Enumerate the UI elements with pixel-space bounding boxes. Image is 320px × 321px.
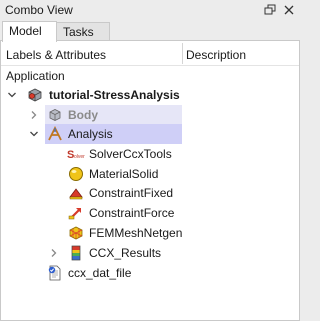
close-icon[interactable] bbox=[281, 2, 297, 18]
tree-item-constraint-force[interactable]: ConstraintForce bbox=[1, 203, 299, 223]
description-column-header[interactable]: Description bbox=[186, 48, 246, 62]
results-icon bbox=[68, 245, 84, 261]
body-icon bbox=[47, 107, 63, 123]
chevron-down-icon[interactable] bbox=[29, 128, 39, 138]
constraint-fixed-icon bbox=[68, 185, 84, 201]
tree-item-label: ccx_dat_file bbox=[68, 266, 132, 280]
tree-section-application: Application bbox=[1, 66, 299, 86]
selection-highlight bbox=[45, 105, 182, 125]
chevron-right-icon[interactable] bbox=[49, 247, 59, 257]
window-title: Combo View bbox=[5, 3, 73, 17]
combo-view-titlebar: Combo View bbox=[0, 0, 300, 22]
tree-item-body[interactable]: Body bbox=[1, 105, 299, 125]
tree-panel: Labels & Attributes Description Applicat… bbox=[0, 40, 300, 321]
tree-item-label: tutorial-StressAnalysis bbox=[49, 88, 180, 102]
tree-item-solver[interactable]: S olver SolverCcxTools bbox=[1, 144, 299, 164]
svg-text:olver: olver bbox=[74, 154, 85, 160]
chevron-down-icon[interactable] bbox=[7, 89, 17, 99]
section-label: Application bbox=[6, 69, 65, 83]
tab-tasks-label: Tasks bbox=[63, 25, 94, 39]
tree-item-analysis[interactable]: Analysis bbox=[1, 124, 299, 144]
tree-item-mesh[interactable]: FEMMeshNetgen bbox=[1, 223, 299, 243]
selection-highlight bbox=[45, 124, 182, 144]
tree-item-label: Analysis bbox=[68, 127, 113, 141]
tree-item-label: Body bbox=[68, 108, 98, 122]
tab-model[interactable]: Model bbox=[2, 21, 57, 42]
solver-icon: S olver bbox=[67, 146, 85, 162]
text-file-icon bbox=[47, 265, 63, 281]
float-icon[interactable] bbox=[262, 2, 278, 18]
tree-item-dat-file[interactable]: ccx_dat_file bbox=[1, 263, 299, 283]
tab-model-label: Model bbox=[9, 24, 42, 38]
tree-item-label: SolverCcxTools bbox=[89, 147, 172, 161]
tree-item-material[interactable]: MaterialSolid bbox=[1, 164, 299, 184]
tree-item-document[interactable]: tutorial-StressAnalysis bbox=[1, 85, 299, 105]
tree-item-label: CCX_Results bbox=[89, 246, 162, 260]
tree-item-constraint-fixed[interactable]: ConstraintFixed bbox=[1, 183, 299, 203]
tree-item-results[interactable]: CCX_Results bbox=[1, 243, 299, 263]
tree-item-label: MaterialSolid bbox=[89, 167, 159, 181]
mesh-icon bbox=[68, 225, 84, 241]
tree-item-label: ConstraintForce bbox=[89, 206, 175, 220]
tab-tasks[interactable]: Tasks bbox=[56, 22, 110, 42]
analysis-icon bbox=[47, 125, 63, 142]
labels-column-header[interactable]: Labels & Attributes bbox=[6, 48, 106, 62]
tree-item-label: ConstraintFixed bbox=[89, 186, 174, 200]
document-icon bbox=[27, 87, 43, 103]
constraint-force-icon bbox=[68, 205, 84, 221]
material-icon bbox=[68, 166, 84, 182]
tab-bar: Model Tasks bbox=[0, 21, 300, 42]
column-divider[interactable] bbox=[182, 43, 183, 64]
chevron-right-icon[interactable] bbox=[29, 109, 39, 119]
tree-item-label: FEMMeshNetgen bbox=[89, 226, 183, 240]
tree-header: Labels & Attributes Description bbox=[1, 41, 299, 66]
